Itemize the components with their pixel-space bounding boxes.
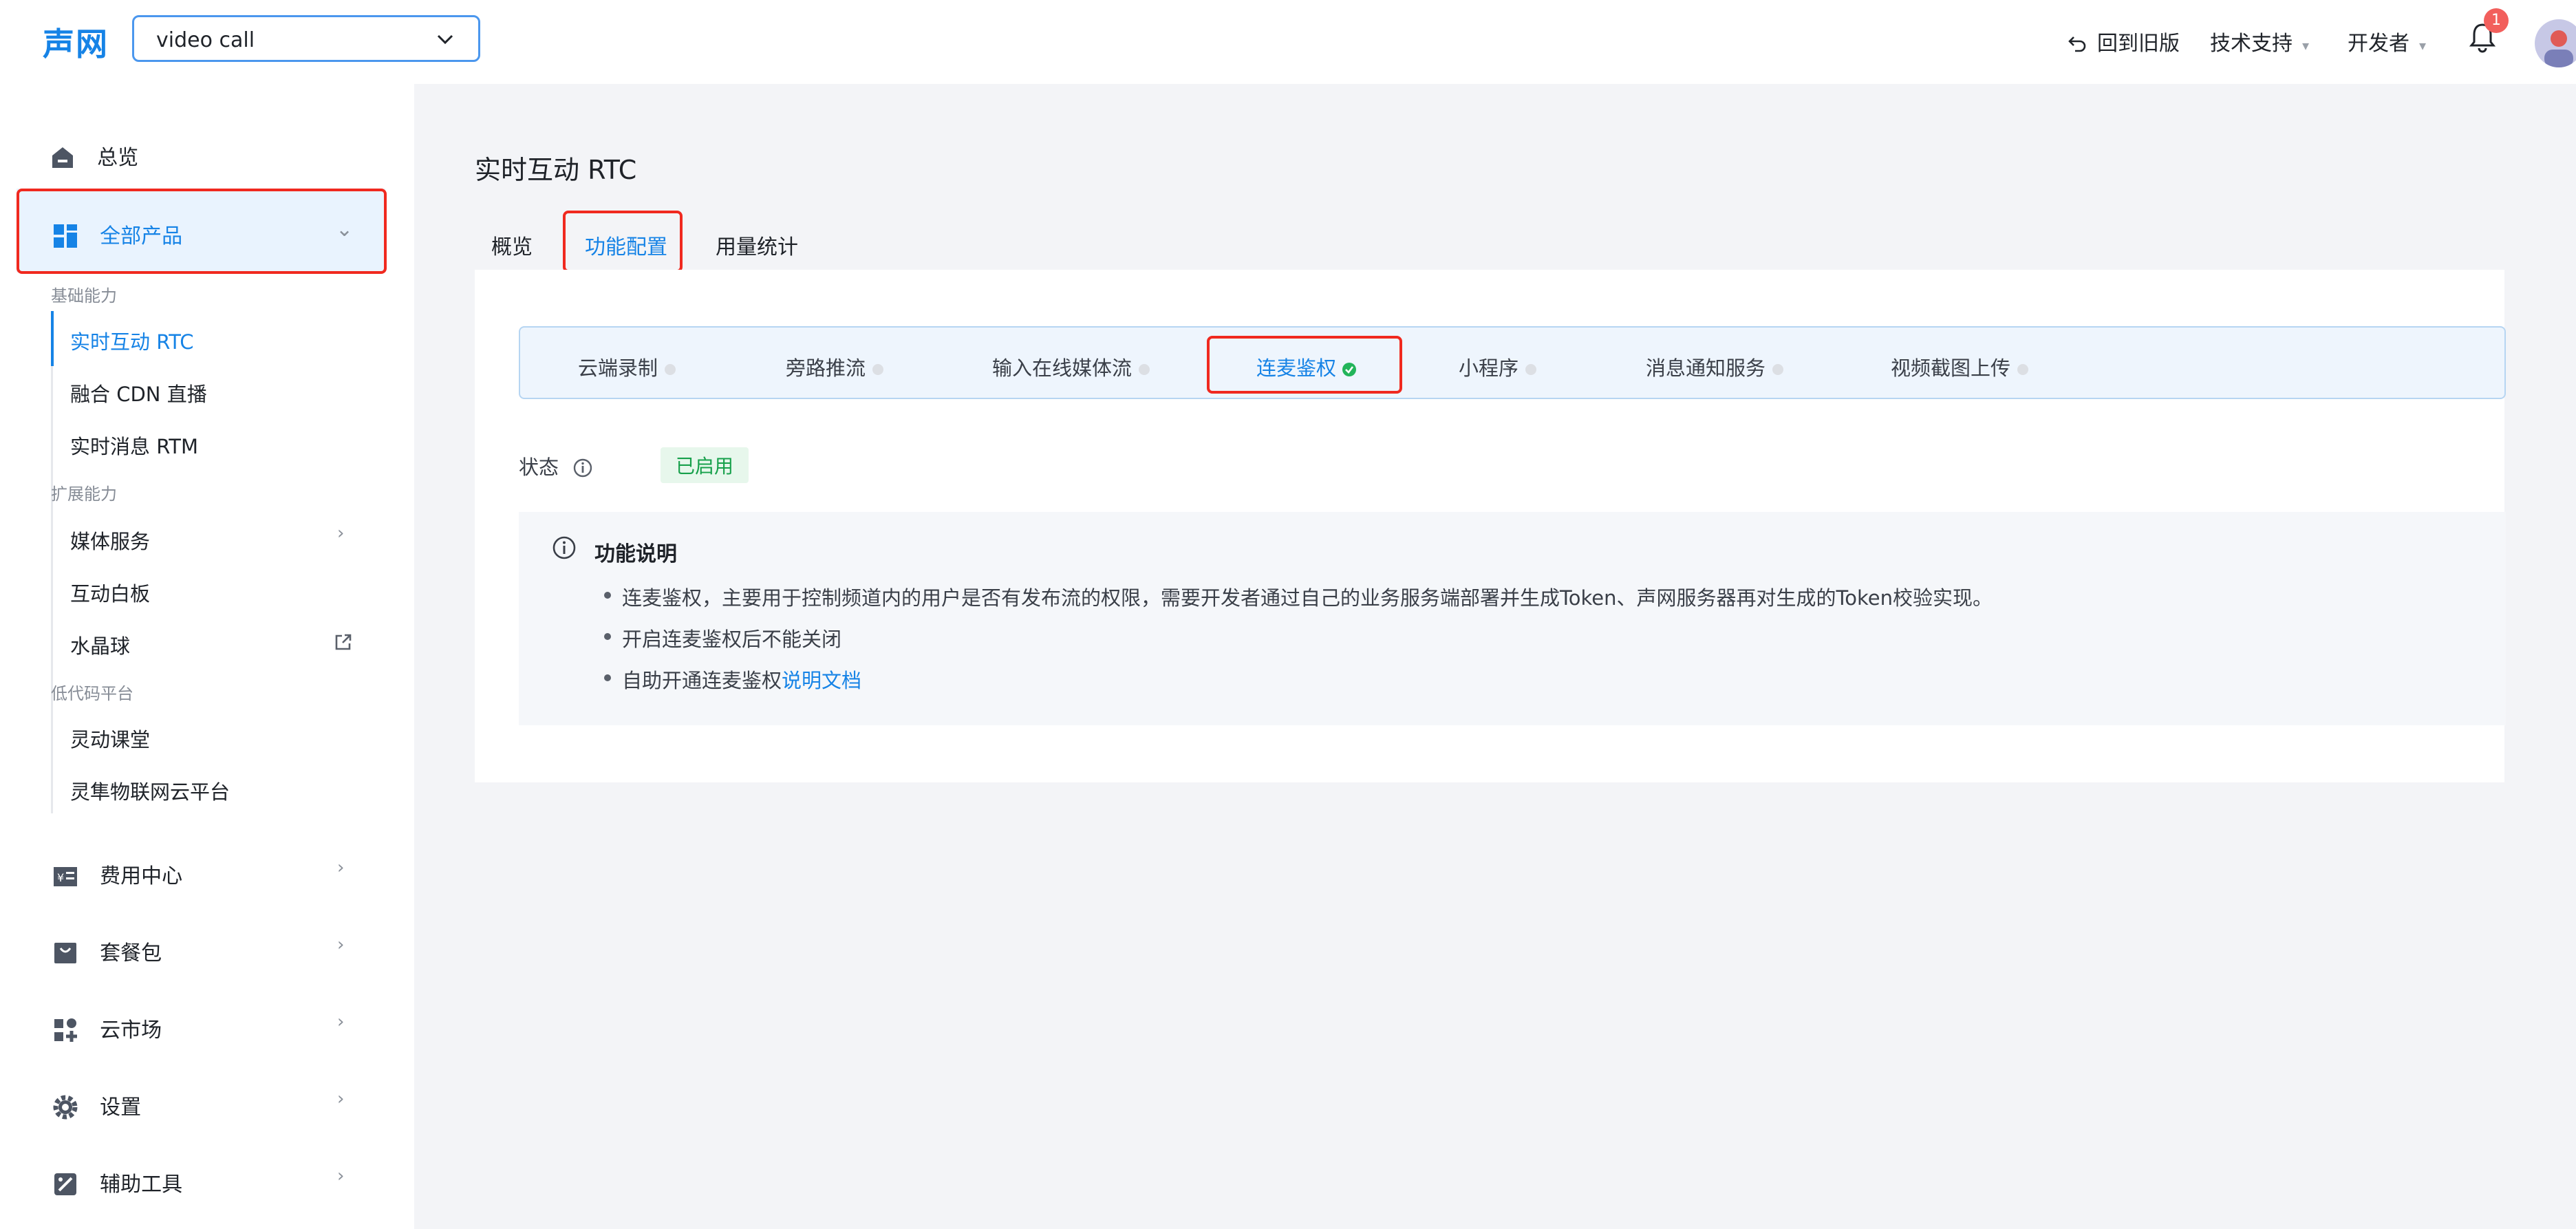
sidebar-item-billing-label: 费用中心: [100, 864, 183, 888]
status-dot-icon: [2017, 364, 2029, 375]
chevron-right-icon: ›: [337, 1089, 345, 1109]
info-bullet-1: 连麦鉴权，主要用于控制频道内的用户是否有发布流的权限，需要开发者通过自己的业务服…: [622, 586, 1993, 610]
svg-text:¥: ¥: [57, 871, 64, 884]
sidebar-item-cdn[interactable]: 融合 CDN 直播: [70, 378, 207, 407]
sidebar-item-rtc[interactable]: 实时互动 RTC: [70, 326, 194, 355]
project-select-value: video call: [156, 28, 255, 52]
sidebar-item-media-service[interactable]: 媒体服务: [70, 526, 150, 555]
feature-tab-label: 输入在线媒体流: [992, 356, 1133, 380]
status-dot-icon: [1772, 364, 1784, 375]
status-dot-icon: [1139, 364, 1150, 375]
sidebar-item-marketplace[interactable]: 云市场: [52, 1013, 162, 1043]
group-label-lowcode: 低代码平台: [51, 684, 133, 703]
group-label-extended: 扩展能力: [51, 484, 117, 504]
sidebar-item-whiteboard[interactable]: 互动白板: [70, 578, 150, 607]
grid-icon: [54, 224, 77, 248]
info-bullet-3-text: 自助开通连麦鉴权: [622, 669, 782, 692]
feature-tab-cloud-recording[interactable]: 云端录制: [578, 352, 676, 381]
sidebar-item-overview-label: 总览: [97, 146, 139, 170]
chevron-right-icon: ›: [337, 857, 345, 878]
status-dot-icon: [872, 364, 884, 375]
sidebar-item-tools[interactable]: 辅助工具: [52, 1167, 182, 1197]
marketplace-icon: [54, 1018, 77, 1042]
bullet-dot: [604, 633, 611, 640]
undo-icon: [2068, 36, 2086, 52]
notification-badge: 1: [2484, 8, 2509, 33]
highlight-box-feature-config: [563, 211, 683, 272]
sidebar-item-all-products-content[interactable]: 全部产品: [52, 219, 182, 249]
tech-support-menu[interactable]: 技术支持 ▾: [2210, 26, 2309, 56]
back-to-old-link[interactable]: 回到旧版: [2067, 26, 2180, 56]
feature-tab-media-input[interactable]: 输入在线媒体流: [992, 352, 1150, 381]
info-icon[interactable]: [573, 458, 592, 478]
project-select[interactable]: video call: [132, 15, 480, 62]
bullet-dot: [604, 674, 611, 681]
tech-support-label: 技术支持: [2210, 32, 2293, 56]
chevron-right-icon: ›: [337, 934, 345, 955]
external-link-icon[interactable]: [333, 632, 354, 652]
sidebar-item-all-products-label: 全部产品: [100, 224, 183, 248]
feature-tab-label: 小程序: [1459, 356, 1519, 380]
tab-overview[interactable]: 概览: [491, 230, 533, 260]
bullet-dot: [604, 592, 611, 599]
status-dot-icon: [1525, 364, 1537, 375]
package-icon: [54, 943, 76, 963]
status-row: 状态: [519, 451, 592, 480]
feature-tab-message-notification[interactable]: 消息通知服务: [1646, 352, 1784, 381]
sidebar-item-flexible-classroom[interactable]: 灵动课堂: [70, 724, 150, 753]
docs-link[interactable]: 说明文档: [782, 669, 861, 692]
sidebar-item-iot-platform[interactable]: 灵隼物联网云平台: [70, 776, 230, 805]
brand-logo[interactable]: 声网: [43, 19, 109, 65]
chevron-down-icon: ⌄: [336, 217, 354, 242]
info-bullet-3: 自助开通连麦鉴权说明文档: [622, 665, 861, 694]
feature-tab-mini-program[interactable]: 小程序: [1459, 352, 1537, 381]
gear-icon: [53, 1095, 78, 1120]
sidebar-item-overview[interactable]: 总览: [50, 140, 138, 171]
sidebar-item-settings-label: 设置: [100, 1096, 142, 1120]
info-icon: [552, 536, 576, 559]
status-badge: 已启用: [661, 447, 749, 483]
active-indicator: [51, 311, 54, 366]
status-dot-icon: [665, 364, 676, 375]
chevron-down-icon: [437, 34, 453, 45]
chevron-right-icon: ›: [337, 523, 345, 544]
submenu-guide-line: [51, 311, 53, 813]
sidebar-item-billing[interactable]: ¥ 费用中心: [52, 859, 182, 889]
developer-menu[interactable]: 开发者 ▾: [2348, 26, 2426, 56]
sidebar-item-settings[interactable]: 设置: [52, 1090, 141, 1120]
info-title: 功能说明: [594, 542, 677, 566]
feature-tab-bypass-push[interactable]: 旁路推流: [786, 352, 884, 381]
developer-label: 开发者: [2348, 32, 2409, 56]
tab-usage-stats[interactable]: 用量统计: [716, 230, 798, 260]
chevron-right-icon: ›: [337, 1166, 345, 1186]
feature-tab-label: 视频截图上传: [1891, 356, 2011, 380]
feature-tab-screenshot-upload[interactable]: 视频截图上传: [1891, 352, 2029, 381]
sidebar-item-rtm[interactable]: 实时消息 RTM: [70, 431, 198, 460]
feature-tab-label: 云端录制: [578, 356, 658, 380]
caret-down-icon: ▾: [2419, 37, 2427, 54]
page-title: 实时互动 RTC: [475, 155, 637, 185]
highlight-box-cohost-auth: [1207, 336, 1402, 394]
chevron-right-icon: ›: [337, 1012, 345, 1032]
billing-icon: ¥: [54, 867, 77, 886]
group-label-basic: 基础能力: [51, 286, 117, 306]
sidebar-item-marketplace-label: 云市场: [100, 1018, 162, 1043]
back-to-old-label: 回到旧版: [2097, 32, 2180, 56]
sidebar-item-packages[interactable]: 套餐包: [52, 936, 162, 966]
sidebar-item-tools-label: 辅助工具: [100, 1173, 183, 1197]
status-label: 状态: [519, 456, 559, 479]
sidebar-item-crystal-ball[interactable]: 水晶球: [70, 630, 130, 659]
sidebar-item-packages-label: 套餐包: [100, 941, 162, 965]
info-bullet-2: 开启连麦鉴权后不能关闭: [622, 628, 842, 651]
tools-icon: [54, 1173, 76, 1195]
feature-tab-label: 旁路推流: [786, 356, 866, 380]
caret-down-icon: ▾: [2302, 37, 2310, 54]
home-icon: [52, 147, 73, 168]
feature-tab-label: 消息通知服务: [1646, 356, 1766, 380]
